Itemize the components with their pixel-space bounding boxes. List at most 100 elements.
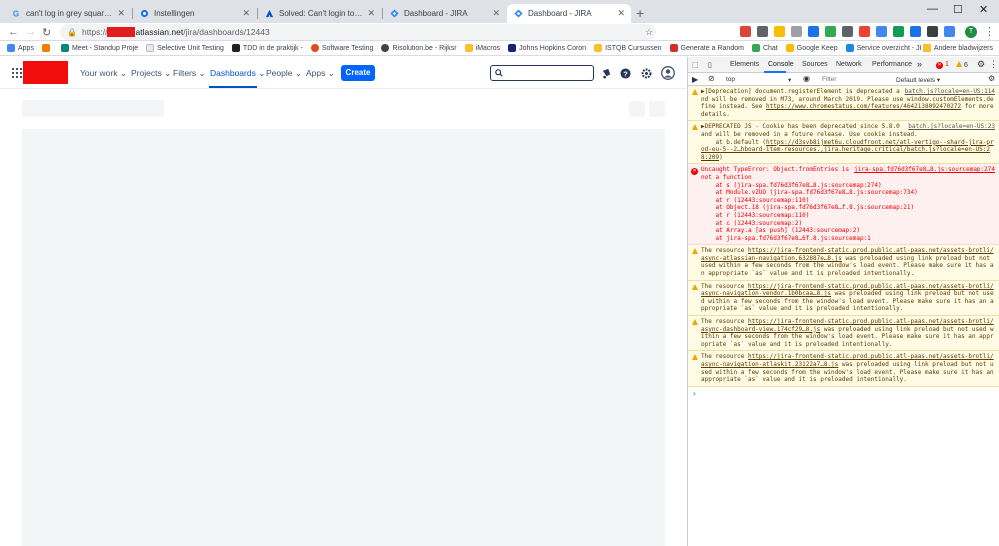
extension-icon[interactable] [944,26,955,37]
reload-icon[interactable]: ↻ [42,26,51,39]
close-icon[interactable]: ✕ [367,8,375,19]
settings-icon[interactable]: ⚙ [977,59,985,70]
bookmark-favicon [381,44,390,52]
back-icon[interactable]: ← [8,26,19,38]
tab-console[interactable]: Console [768,61,794,68]
extension-icon[interactable] [791,26,802,37]
google-icon: G [11,9,21,19]
close-icon[interactable]: ✕ [242,8,250,19]
other-bookmarks[interactable]: Andere bladwijzers [922,44,993,52]
menu-dashboards[interactable]: Dashboards ⌄ [210,68,265,79]
tab-elements[interactable]: Elements [730,61,759,68]
console-error: ✕ jira-spa.fd76d3f67e8…8.js:sourcemap:274… [688,164,999,246]
bookmark-star-icon[interactable]: ☆ [645,27,653,38]
console-settings-icon[interactable]: ⚙ [988,74,995,83]
create-button[interactable]: Create [341,65,375,81]
tab-network[interactable]: Network [836,61,862,68]
redacted-logo[interactable] [23,61,68,84]
warning-icon [691,354,698,361]
menu-projects[interactable]: Projects ⌄ [131,68,171,79]
browser-tab[interactable]: Dashboard - JIRA ✕ [383,4,506,23]
menu-label: Filters [173,68,197,78]
menu-apps[interactable]: Apps ⌄ [306,68,335,79]
console-filter-input[interactable] [822,74,884,84]
bookmark-item[interactable]: ISTQB Cursussen [594,44,662,52]
close-icon[interactable]: ✕ [117,8,125,19]
tab-performance[interactable]: Performance [872,61,912,68]
close-icon[interactable]: ✕ [617,8,625,19]
bookmark-item[interactable]: Software Testing [310,44,373,52]
bookmark-item[interactable]: Selective Unit Testing [146,44,224,52]
extension-icon[interactable] [859,26,870,37]
profile-avatar[interactable]: T [965,26,977,38]
bookmark-favicon [310,44,319,52]
bookmark-item[interactable] [41,44,53,52]
minimize-icon[interactable]: — [927,3,938,15]
browser-tab[interactable]: Instellingen ✕ [133,4,256,23]
extension-icon[interactable] [825,26,836,37]
error-count-badge[interactable]: ✕ 1 [936,61,949,69]
kebab-menu-icon[interactable]: ⋮ [989,59,998,70]
bookmark-item[interactable]: Apps [7,44,34,52]
message-text: Uncaught TypeError: Object.fromEntries i… [701,166,918,242]
device-toolbar-icon[interactable]: ▯ [708,61,712,69]
profile-avatar-icon[interactable] [661,66,675,80]
bookmark-item[interactable]: Generate a Random [669,44,744,52]
browser-tab-active[interactable]: Dashboard - JIRA ✕ [507,4,631,23]
more-menu-icon[interactable]: ⋮ [984,25,995,38]
close-window-icon[interactable]: ✕ [979,3,988,16]
extension-icon[interactable] [893,26,904,37]
inspect-element-icon[interactable]: ⬚ [692,61,699,69]
sidebar-toggle-icon[interactable]: ▶ [692,75,698,84]
notifications-icon[interactable] [600,67,612,79]
more-tabs-icon[interactable]: » [917,59,922,69]
message-source-link[interactable]: batch.js?locale=en-US:23 [908,123,995,131]
lock-icon: 🔒 [67,27,77,37]
bookmark-item[interactable]: TDD in de praktijk - [231,44,303,52]
bookmark-item[interactable]: Risolution.be - Rijksr [381,44,457,52]
app-switcher-icon[interactable] [12,68,22,78]
extension-icon[interactable] [927,26,938,37]
extension-icon[interactable] [842,26,853,37]
tab-sources[interactable]: Sources [802,61,828,68]
extensions-area [740,26,955,37]
extension-icon[interactable] [740,26,751,37]
chat-icon [751,44,760,52]
console-prompt[interactable]: › [688,387,999,398]
help-icon[interactable]: ? [619,67,631,79]
menu-people[interactable]: People ⌄ [266,68,302,79]
message-source-link[interactable]: jira-spa.fd76d3f67e8…8.js:sourcemap:274 [854,166,995,174]
close-icon[interactable]: ✕ [492,8,500,19]
menu-your-work[interactable]: Your work ⌄ [80,68,127,79]
menu-filters[interactable]: Filters ⌄ [173,68,206,79]
new-tab-icon[interactable]: + [636,5,644,21]
address-bar[interactable]: 🔒 https:// atlassian.net /jira/dashboard… [60,24,656,40]
message-link[interactable]: https://www.chromestatus.com/features/46… [766,103,961,110]
forward-icon[interactable]: → [25,26,36,38]
warning-count-badge[interactable]: 6 [956,61,968,69]
extension-icon[interactable] [910,26,921,37]
browser-tab[interactable]: G can't log in grey squares atlassian ✕ [5,4,131,23]
log-levels-select[interactable]: Default levels ▾ [896,76,940,84]
extension-icon[interactable] [774,26,785,37]
extension-icon[interactable] [876,26,887,37]
settings-icon[interactable] [640,67,652,79]
svg-text:G: G [12,10,18,18]
context-select[interactable]: top ▾ [726,76,796,84]
loading-dashboard-placeholder [22,129,665,546]
bookmark-item[interactable]: Johns Hopkins Coron [508,44,586,52]
search-input[interactable] [490,65,594,81]
bookmark-item[interactable]: iMacros [464,44,500,52]
maximize-icon[interactable]: ☐ [953,3,963,16]
bookmark-item[interactable]: Google Keep [785,44,838,52]
extension-icon[interactable] [808,26,819,37]
message-source-link[interactable]: batch.js?locale=en-US:114 [905,88,995,96]
bookmark-item[interactable]: Chat [751,44,778,52]
extension-icon[interactable] [757,26,768,37]
eye-icon[interactable]: ◉ [803,74,810,83]
bookmark-item[interactable]: Meet - Standup Proje [60,44,138,52]
clear-console-icon[interactable]: ⊘ [708,74,715,83]
bookmark-item[interactable]: Service overzicht - JI [845,44,922,52]
apps-grid-icon [7,44,15,52]
browser-tab[interactable]: Solved: Can't login to Jira (free w ✕ [258,4,381,23]
